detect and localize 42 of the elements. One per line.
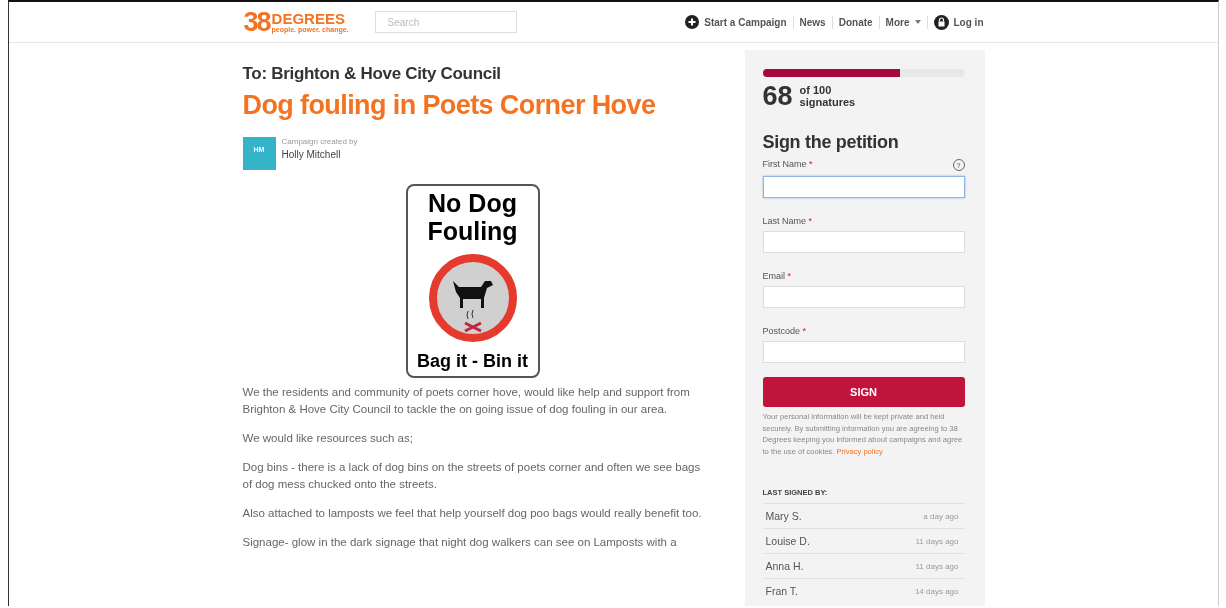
petition-title: Dog fouling in Poets Corner Hove [242, 90, 657, 121]
nav-link[interactable]: Start a Campaign [685, 15, 787, 29]
signature-goal: of 100 [799, 84, 833, 97]
signature-count: 68 [762, 81, 793, 112]
description-paragraph: Also attached to lamposts we feel that help yourself dog poo bags would really benefit too. [242, 506, 703, 521]
search-field[interactable]: Search [374, 11, 517, 33]
nav-link[interactable]: Donate [838, 16, 873, 28]
field-label: Last Name * [762, 216, 813, 226]
no-dog-symbol-icon [427, 253, 518, 343]
plus-icon [685, 15, 700, 29]
nav-link[interactable]: Log in [933, 14, 984, 30]
creator-label: Campaign created by [281, 137, 358, 146]
signature-unit: signatures [799, 96, 856, 109]
description-paragraph: Dog bins - there is a lack of dog bins on the streets of poets corner and often we see bags of dog mess chucked onto the streets. [242, 460, 702, 492]
text-field[interactable] [762, 286, 965, 308]
signer-name: Louise D. [765, 535, 810, 547]
nav-link[interactable]: News [799, 16, 826, 28]
description-paragraph: We the residents and community of poets corner hove, would like help and support from Brighton & Hove City Council to tackle the on going issue of dog fouling in our area. [242, 385, 691, 417]
form-title: Sign the petition [762, 132, 900, 153]
description-paragraph: We would like resources such as; [242, 431, 414, 446]
text-field[interactable] [762, 231, 965, 253]
lock-icon [933, 14, 949, 30]
creator-name: Holly Mitchell [281, 149, 342, 160]
caret-icon [914, 20, 921, 24]
sign-button[interactable]: SIGN [762, 377, 965, 407]
signed-time: a day ago [923, 511, 959, 521]
signer-name: Fran T. [765, 585, 798, 597]
sign-heading: No Dog Fouling [426, 190, 519, 245]
signed-time: 14 days ago [914, 586, 959, 596]
recipient-heading: To: Brighton & Hove City Council [242, 64, 502, 84]
signed-time: 11 days ago [915, 536, 959, 546]
text-field[interactable] [762, 176, 965, 198]
field-label: Postcode * [762, 326, 807, 336]
sign-footer: Bag it - Bin it [417, 351, 528, 372]
description-paragraph: Signage- glow in the dark signage that night dog walkers can see on Lamposts with a [242, 535, 678, 550]
signed-time: 11 days ago [915, 561, 959, 571]
signer-name: Anna H. [765, 560, 804, 572]
text-field[interactable] [762, 341, 965, 363]
field-label: First Name * [762, 159, 813, 171]
nav-link[interactable]: More [885, 16, 921, 28]
field-label: Email * [762, 271, 792, 281]
signer-name: Mary S. [765, 510, 802, 522]
